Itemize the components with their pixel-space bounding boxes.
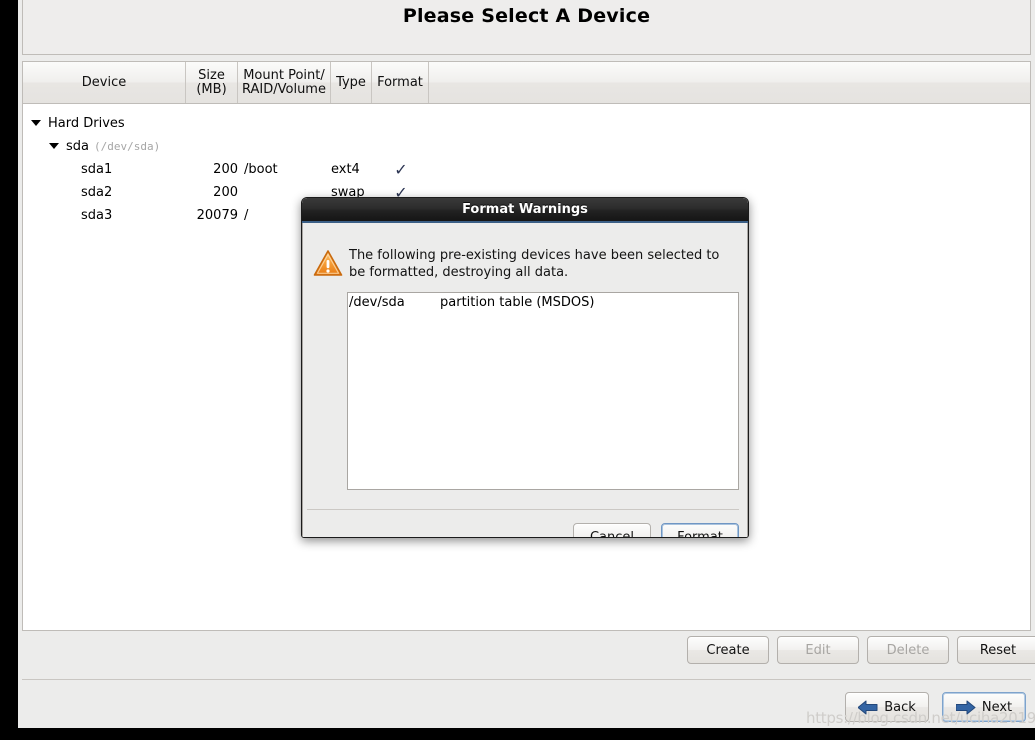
affected-devices-list[interactable]: /dev/sda partition table (MSDOS) <box>347 292 739 490</box>
format-button[interactable]: Format <box>661 523 739 537</box>
column-header-format[interactable]: Format <box>372 62 429 103</box>
column-header-device-label: Device <box>81 74 127 90</box>
dialog-message: The following pre-existing devices have … <box>349 248 720 280</box>
footer-divider <box>22 679 1031 680</box>
column-header-type-label: Type <box>336 74 366 90</box>
column-header-size[interactable]: Size (MB) <box>186 62 238 103</box>
chevron-down-icon[interactable] <box>31 119 41 126</box>
reset-button[interactable]: Reset <box>957 636 1035 664</box>
dialog-title-bar: Format Warnings <box>302 198 748 223</box>
list-item-device: /dev/sda <box>349 295 405 310</box>
installer-window: Please Select A Device Device Size (MB) … <box>18 0 1035 728</box>
tree-cell-device[interactable]: Hard Drives <box>23 112 194 135</box>
page-title: Please Select A Device <box>402 5 651 27</box>
dialog-body: The following pre-existing devices have … <box>302 223 748 537</box>
column-header-type[interactable]: Type <box>331 62 372 103</box>
column-header-size-line1: Size <box>198 67 225 83</box>
watermark-text: https://blog.csdn.net/uciha2019 <box>806 709 1035 727</box>
column-header-filler <box>429 62 1030 103</box>
column-header-device[interactable]: Device <box>23 62 186 103</box>
list-item[interactable]: /dev/sda partition table (MSDOS) <box>348 293 738 313</box>
warning-triangle-icon <box>313 249 343 277</box>
tree-cell-size: 200 <box>213 162 238 177</box>
column-header-mount-line2: RAID/Volume <box>242 81 326 97</box>
tree-cell-format-check-icon: ✓ <box>394 160 408 179</box>
tree-label-sda: sda <box>66 139 89 154</box>
table-row[interactable]: Hard Drives <box>23 112 1030 135</box>
cancel-button[interactable]: Cancel <box>573 523 651 537</box>
title-panel: Please Select A Device <box>22 0 1031 55</box>
list-item-description: partition table (MSDOS) <box>440 295 595 310</box>
tree-cell-type: ext4 <box>331 162 360 177</box>
edit-button: Edit <box>777 636 859 664</box>
table-row[interactable]: sda (/dev/sda) <box>23 135 1030 158</box>
tree-label-hard-drives: Hard Drives <box>48 116 125 131</box>
tree-cell-size: 200 <box>213 185 238 200</box>
dialog-title-label: Format Warnings <box>462 202 588 217</box>
tree-cell-mount: /boot <box>244 162 278 177</box>
column-header-mount-line1: Mount Point/ <box>243 67 325 83</box>
tree-cell-size: 20079 <box>196 208 238 223</box>
tree-cell-device[interactable]: sda (/dev/sda) <box>23 135 212 158</box>
delete-button: Delete <box>867 636 949 664</box>
column-header-format-label: Format <box>377 74 423 90</box>
format-warnings-dialog: Format Warnings The following pre-existi… <box>301 197 749 538</box>
create-button[interactable]: Create <box>687 636 769 664</box>
tree-label-sda-path: (/dev/sda) <box>94 140 161 153</box>
column-header-mount-point[interactable]: Mount Point/ RAID/Volume <box>238 62 331 103</box>
table-row[interactable]: sda1 200 /boot ext4 ✓ <box>23 158 1030 181</box>
table-header-row: Device Size (MB) Mount Point/ RAID/Volum… <box>23 62 1030 104</box>
dialog-divider <box>307 509 739 510</box>
chevron-down-icon[interactable] <box>49 142 59 149</box>
column-header-size-line2: (MB) <box>196 81 227 97</box>
device-toolbar: Create Edit Delete Reset <box>22 634 1035 678</box>
